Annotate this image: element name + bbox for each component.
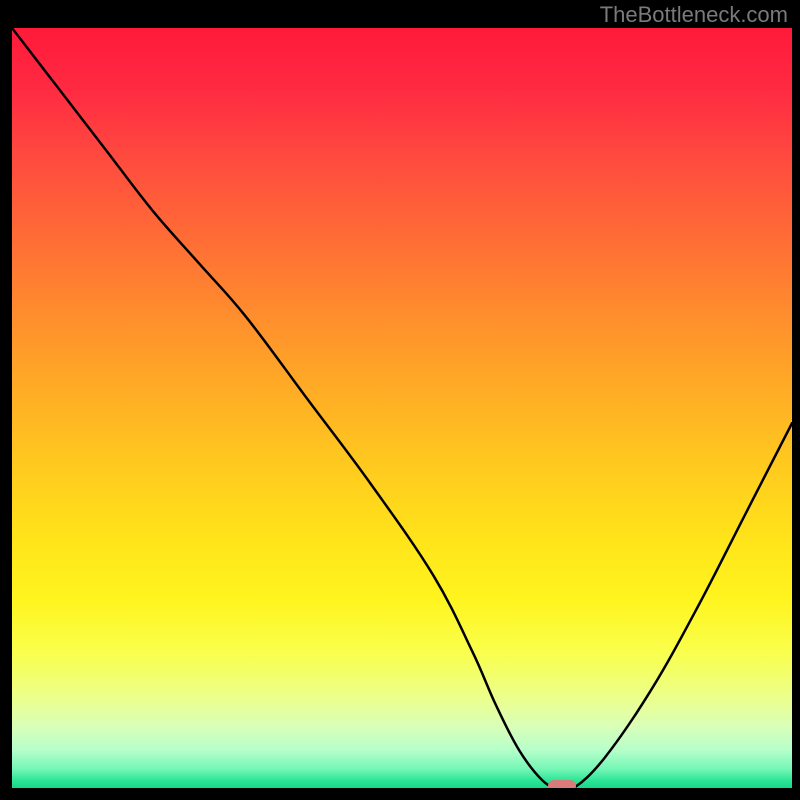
chart-plot-area — [8, 28, 792, 792]
optimal-marker — [548, 780, 575, 792]
watermark-text: TheBottleneck.com — [600, 2, 788, 28]
chart-curve-svg — [12, 28, 792, 788]
bottleneck-curve-path — [12, 28, 792, 788]
